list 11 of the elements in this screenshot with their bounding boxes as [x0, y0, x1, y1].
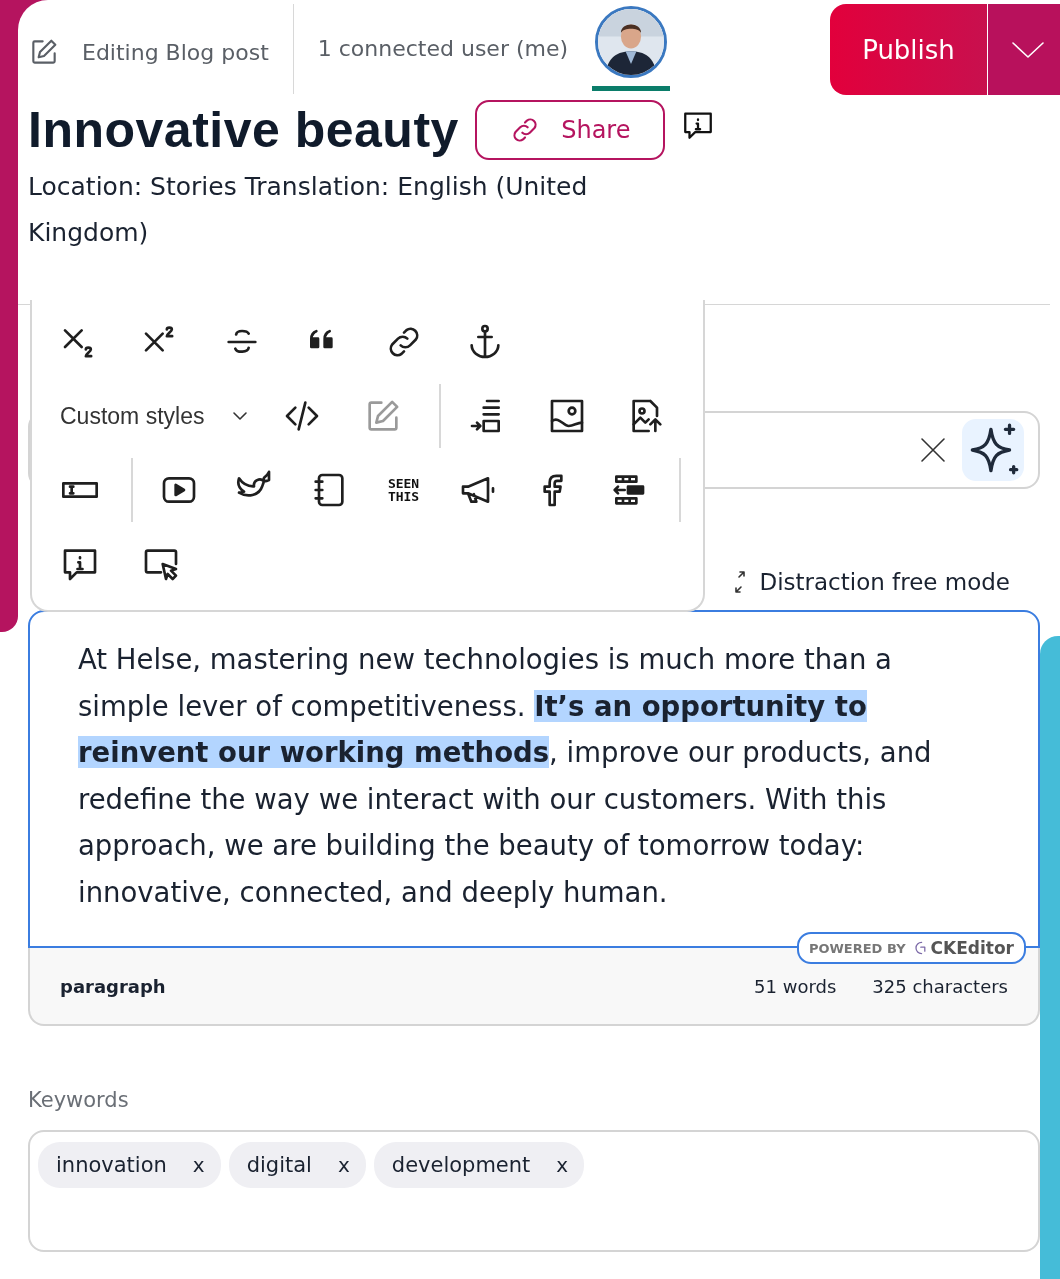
tag-label: development — [391, 1153, 531, 1177]
character-count: 325 characters — [872, 975, 1008, 997]
tag-label: innovation — [56, 1153, 167, 1177]
keywords-label: Keywords — [28, 1088, 130, 1112]
element-path: paragraph — [60, 975, 166, 997]
connected-users: 1 connected user (me) — [317, 35, 569, 61]
tag-label: digital — [246, 1153, 312, 1177]
page-title: Innovative beauty — [28, 101, 459, 159]
location-text: Location: Stories Translation: English (United Kingdom) — [28, 171, 589, 249]
editing-label: Editing Blog post — [82, 39, 269, 65]
word-count: 51 words — [754, 975, 837, 997]
